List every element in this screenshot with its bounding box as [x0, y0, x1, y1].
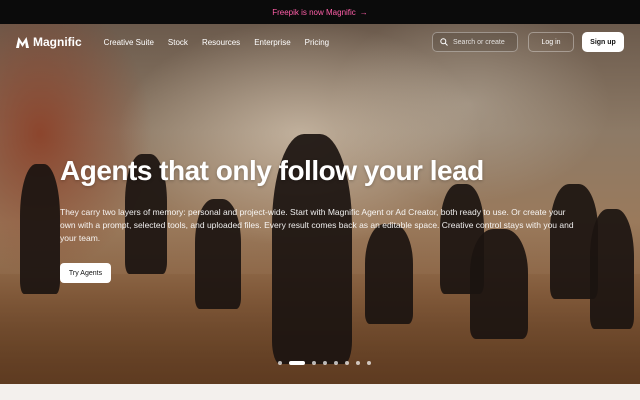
search-input[interactable]: Search or create [432, 32, 518, 52]
carousel-dot[interactable] [367, 361, 371, 365]
carousel-dot[interactable] [312, 361, 316, 365]
signup-button[interactable]: Sign up [582, 32, 624, 52]
musician-figure [20, 164, 60, 294]
menu-stock[interactable]: Stock [168, 38, 188, 47]
arrow-right-icon: → [359, 7, 368, 17]
hero-background [0, 24, 640, 384]
announcement-bar[interactable]: Freepik is now Magnific → [0, 0, 640, 24]
carousel-dot[interactable] [345, 361, 349, 365]
nav-actions: Search or create Log in Sign up [432, 32, 624, 52]
carousel-dot[interactable] [323, 361, 327, 365]
login-button[interactable]: Log in [528, 32, 574, 52]
carousel-dot[interactable] [278, 361, 282, 365]
announcement-text[interactable]: Freepik is now Magnific [272, 8, 356, 17]
search-icon [440, 38, 448, 46]
try-agents-button[interactable]: Try Agents [60, 263, 111, 283]
musician-figure [590, 209, 634, 329]
menu-pricing[interactable]: Pricing [305, 38, 329, 47]
carousel-dot[interactable] [289, 361, 305, 365]
carousel-dots [278, 361, 378, 365]
brand-name: Magnific [33, 35, 82, 49]
main-menu: Creative Suite Stock Resources Enterpris… [104, 38, 343, 47]
magnific-logo-icon [16, 36, 29, 48]
musician-figure [470, 229, 528, 339]
carousel-dot[interactable] [356, 361, 360, 365]
next-section-edge [0, 384, 640, 400]
menu-creative-suite[interactable]: Creative Suite [104, 38, 154, 47]
hero-subtext: They carry two layers of memory: persona… [60, 207, 574, 243]
menu-enterprise[interactable]: Enterprise [254, 38, 290, 47]
menu-resources[interactable]: Resources [202, 38, 240, 47]
carousel-dot[interactable] [334, 361, 338, 365]
search-placeholder: Search or create [453, 38, 505, 46]
brand-logo[interactable]: Magnific [16, 35, 82, 49]
top-nav: Magnific Creative Suite Stock Resources … [0, 24, 640, 60]
hero-headline: Agents that only follow your lead [60, 155, 484, 186]
